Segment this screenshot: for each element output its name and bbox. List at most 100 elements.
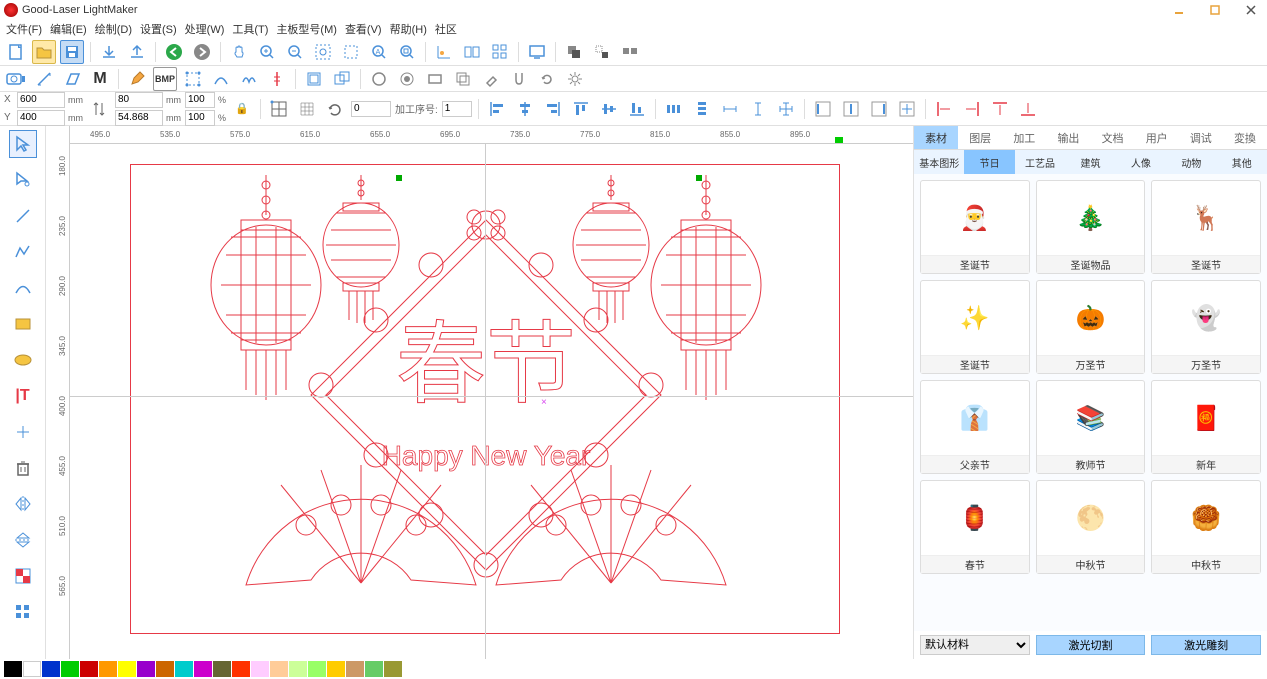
subtab-basic[interactable]: 基本图形 (914, 150, 964, 174)
align-hcenter-button[interactable] (513, 97, 537, 121)
color-swatch[interactable] (118, 661, 136, 677)
subtab-architecture[interactable]: 建筑 (1065, 150, 1115, 174)
bmp-button[interactable]: BMP (153, 67, 177, 91)
gallery-item[interactable]: 🏮春节 (920, 480, 1030, 574)
color-swatch[interactable] (156, 661, 174, 677)
menu-community[interactable]: 社区 (435, 21, 457, 37)
subtab-festival[interactable]: 节日 (964, 150, 1014, 174)
laser-engrave-button[interactable]: 激光雕刻 (1151, 635, 1261, 655)
menu-settings[interactable]: 设置(S) (140, 21, 177, 37)
color-swatch[interactable] (346, 661, 364, 677)
gallery-item[interactable]: 🎃万圣节 (1036, 280, 1146, 374)
gallery-item[interactable]: 🧧新年 (1151, 380, 1261, 474)
camera-button[interactable] (4, 67, 28, 91)
h-input[interactable] (115, 110, 163, 126)
tab-user[interactable]: 用户 (1135, 126, 1179, 149)
color-swatch[interactable] (270, 661, 288, 677)
color-swatch[interactable] (137, 661, 155, 677)
swap-xy-button[interactable] (87, 97, 111, 121)
color-swatch[interactable] (232, 661, 250, 677)
rotate-button[interactable] (323, 97, 347, 121)
page-align-left-button[interactable] (811, 97, 835, 121)
subtab-animal[interactable]: 动物 (1166, 150, 1216, 174)
gallery-item[interactable]: 🌕中秋节 (1036, 480, 1146, 574)
color-swatch[interactable] (194, 661, 212, 677)
gallery-item[interactable]: 🎄圣诞物品 (1036, 180, 1146, 274)
menu-file[interactable]: 文件(F) (6, 21, 42, 37)
snap-button[interactable] (507, 67, 531, 91)
bezier-tool[interactable] (9, 274, 37, 302)
tab-transform[interactable]: 変換 (1223, 126, 1267, 149)
zoom-fit-button[interactable] (311, 40, 335, 64)
undo-button[interactable] (162, 40, 186, 64)
page-align-center-button[interactable] (895, 97, 919, 121)
tab-output[interactable]: 输出 (1046, 126, 1090, 149)
layout-button[interactable] (460, 40, 484, 64)
save-button[interactable] (60, 40, 84, 64)
color-swatch[interactable] (4, 661, 22, 677)
color-swatch[interactable] (42, 661, 60, 677)
zoom-out-button[interactable] (283, 40, 307, 64)
select-tool[interactable] (9, 130, 37, 158)
tab-material[interactable]: 素材 (914, 126, 958, 149)
weld-button[interactable] (330, 67, 354, 91)
gallery-item[interactable]: 👔父亲节 (920, 380, 1030, 474)
zoom-in-button[interactable] (255, 40, 279, 64)
text-m-button[interactable]: M (88, 67, 112, 91)
same-width-button[interactable] (718, 97, 742, 121)
snap-top-button[interactable] (988, 97, 1012, 121)
origin-button[interactable] (432, 40, 456, 64)
mirror-v-tool[interactable] (9, 526, 37, 554)
record-button[interactable] (395, 67, 419, 91)
rectangle-tool[interactable] (9, 310, 37, 338)
snap-left-button[interactable] (932, 97, 956, 121)
menu-board[interactable]: 主板型号(M) (276, 21, 337, 37)
anchor-grid-button[interactable] (267, 97, 291, 121)
monitor-button[interactable] (525, 40, 549, 64)
color-swatch[interactable] (213, 661, 231, 677)
zoom-page-button[interactable] (395, 40, 419, 64)
color-swatch[interactable] (61, 661, 79, 677)
color-swatch[interactable] (251, 661, 269, 677)
menu-edit[interactable]: 编辑(E) (50, 21, 87, 37)
rect-tool-button[interactable] (423, 67, 447, 91)
color-swatch[interactable] (365, 661, 383, 677)
tab-process[interactable]: 加工 (1002, 126, 1046, 149)
x-input[interactable] (17, 92, 65, 108)
pen-tool-button[interactable] (125, 67, 149, 91)
lock-ratio-button[interactable] (230, 97, 254, 121)
text-tool[interactable]: |T (9, 382, 37, 410)
tab-layer[interactable]: 图层 (958, 126, 1002, 149)
dist-h-button[interactable] (662, 97, 686, 121)
gear-button[interactable] (563, 67, 587, 91)
process-num-input[interactable] (442, 101, 472, 117)
page-align-hcenter-button[interactable] (839, 97, 863, 121)
align-left-button[interactable] (485, 97, 509, 121)
curve-button[interactable] (209, 67, 233, 91)
color-swatch[interactable] (384, 661, 402, 677)
dist-v-button[interactable] (690, 97, 714, 121)
maximize-button[interactable] (1203, 2, 1227, 18)
offset-button[interactable] (302, 67, 326, 91)
y-input[interactable] (17, 110, 65, 126)
align-top-button[interactable] (569, 97, 593, 121)
menu-process[interactable]: 处理(W) (185, 21, 225, 37)
close-button[interactable] (1239, 2, 1263, 18)
menu-draw[interactable]: 绘制(D) (95, 21, 132, 37)
subtab-people[interactable]: 人像 (1116, 150, 1166, 174)
menu-tools[interactable]: 工具(T) (232, 21, 268, 37)
hatch-tool[interactable] (9, 598, 37, 626)
pct-w-input[interactable] (185, 92, 215, 108)
grid-snap-button[interactable] (295, 97, 319, 121)
cut-path-button[interactable] (265, 67, 289, 91)
align-bottom-button[interactable] (625, 97, 649, 121)
polyline-tool[interactable] (9, 238, 37, 266)
gallery-item[interactable]: 👻万圣节 (1151, 280, 1261, 374)
tab-debug[interactable]: 调试 (1179, 126, 1223, 149)
color-swatch[interactable] (327, 661, 345, 677)
eraser-button[interactable] (479, 67, 503, 91)
menu-help[interactable]: 帮助(H) (390, 21, 427, 37)
redo-button[interactable] (190, 40, 214, 64)
export-button[interactable] (125, 40, 149, 64)
group-button[interactable] (562, 40, 586, 64)
